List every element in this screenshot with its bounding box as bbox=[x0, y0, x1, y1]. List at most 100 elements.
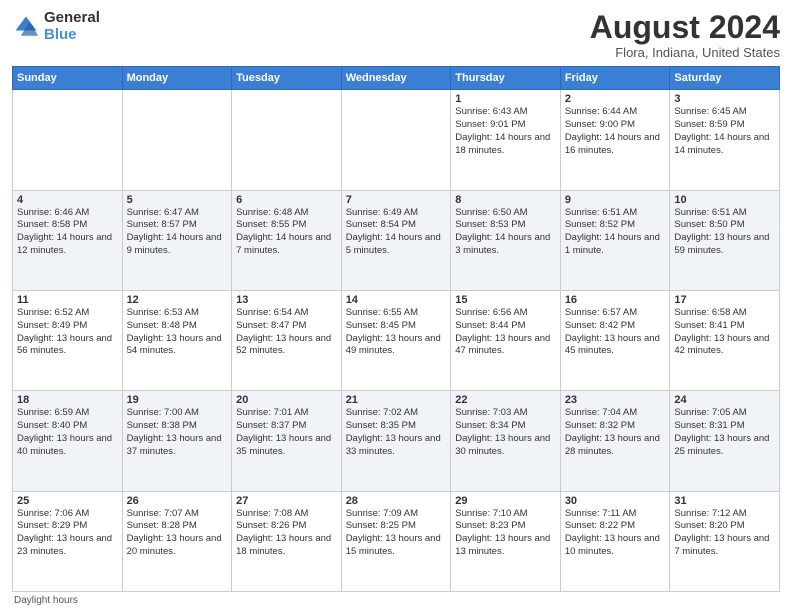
day-info: Sunrise: 7:04 AM Sunset: 8:32 PM Dayligh… bbox=[565, 407, 666, 458]
day-header-tuesday: Tuesday bbox=[232, 67, 342, 90]
day-number: 6 bbox=[236, 194, 337, 206]
logo-text: General Blue bbox=[44, 10, 100, 43]
calendar-cell: 5Sunrise: 6:47 AM Sunset: 8:57 PM Daylig… bbox=[122, 190, 232, 290]
day-info: Sunrise: 7:12 AM Sunset: 8:20 PM Dayligh… bbox=[674, 508, 775, 559]
day-info: Sunrise: 6:50 AM Sunset: 8:53 PM Dayligh… bbox=[455, 207, 556, 258]
day-number: 24 bbox=[674, 394, 775, 406]
day-header-wednesday: Wednesday bbox=[341, 67, 451, 90]
day-info: Sunrise: 7:07 AM Sunset: 8:28 PM Dayligh… bbox=[127, 508, 228, 559]
day-info: Sunrise: 7:02 AM Sunset: 8:35 PM Dayligh… bbox=[346, 407, 447, 458]
calendar-cell: 14Sunrise: 6:55 AM Sunset: 8:45 PM Dayli… bbox=[341, 290, 451, 390]
calendar-cell: 13Sunrise: 6:54 AM Sunset: 8:47 PM Dayli… bbox=[232, 290, 342, 390]
calendar-cell: 12Sunrise: 6:53 AM Sunset: 8:48 PM Dayli… bbox=[122, 290, 232, 390]
day-info: Sunrise: 6:49 AM Sunset: 8:54 PM Dayligh… bbox=[346, 207, 447, 258]
day-info: Sunrise: 7:10 AM Sunset: 8:23 PM Dayligh… bbox=[455, 508, 556, 559]
calendar-cell: 27Sunrise: 7:08 AM Sunset: 8:26 PM Dayli… bbox=[232, 491, 342, 591]
day-number: 21 bbox=[346, 394, 447, 406]
day-number: 22 bbox=[455, 394, 556, 406]
header: General Blue August 2024 Flora, Indiana,… bbox=[12, 10, 780, 60]
day-info: Sunrise: 6:58 AM Sunset: 8:41 PM Dayligh… bbox=[674, 307, 775, 358]
calendar-week-3: 18Sunrise: 6:59 AM Sunset: 8:40 PM Dayli… bbox=[13, 391, 780, 491]
day-number: 2 bbox=[565, 93, 666, 105]
day-number: 16 bbox=[565, 294, 666, 306]
day-number: 19 bbox=[127, 394, 228, 406]
calendar-cell: 25Sunrise: 7:06 AM Sunset: 8:29 PM Dayli… bbox=[13, 491, 123, 591]
day-number: 14 bbox=[346, 294, 447, 306]
day-info: Sunrise: 6:56 AM Sunset: 8:44 PM Dayligh… bbox=[455, 307, 556, 358]
calendar-cell: 22Sunrise: 7:03 AM Sunset: 8:34 PM Dayli… bbox=[451, 391, 561, 491]
day-header-friday: Friday bbox=[560, 67, 670, 90]
day-number: 5 bbox=[127, 194, 228, 206]
calendar-cell: 3Sunrise: 6:45 AM Sunset: 8:59 PM Daylig… bbox=[670, 90, 780, 190]
calendar-cell: 15Sunrise: 6:56 AM Sunset: 8:44 PM Dayli… bbox=[451, 290, 561, 390]
day-info: Sunrise: 7:11 AM Sunset: 8:22 PM Dayligh… bbox=[565, 508, 666, 559]
day-number: 31 bbox=[674, 495, 775, 507]
day-number: 3 bbox=[674, 93, 775, 105]
calendar-cell: 11Sunrise: 6:52 AM Sunset: 8:49 PM Dayli… bbox=[13, 290, 123, 390]
day-number: 18 bbox=[17, 394, 118, 406]
day-info: Sunrise: 6:47 AM Sunset: 8:57 PM Dayligh… bbox=[127, 207, 228, 258]
calendar-cell: 21Sunrise: 7:02 AM Sunset: 8:35 PM Dayli… bbox=[341, 391, 451, 491]
logo-general: General bbox=[44, 10, 100, 27]
calendar-cell bbox=[13, 90, 123, 190]
title-block: August 2024 Flora, Indiana, United State… bbox=[590, 10, 780, 60]
calendar-cell: 26Sunrise: 7:07 AM Sunset: 8:28 PM Dayli… bbox=[122, 491, 232, 591]
day-number: 7 bbox=[346, 194, 447, 206]
calendar-header: SundayMondayTuesdayWednesdayThursdayFrid… bbox=[13, 67, 780, 90]
calendar-cell: 20Sunrise: 7:01 AM Sunset: 8:37 PM Dayli… bbox=[232, 391, 342, 491]
calendar-cell: 19Sunrise: 7:00 AM Sunset: 8:38 PM Dayli… bbox=[122, 391, 232, 491]
day-header-saturday: Saturday bbox=[670, 67, 780, 90]
day-number: 17 bbox=[674, 294, 775, 306]
day-number: 27 bbox=[236, 495, 337, 507]
day-info: Sunrise: 6:48 AM Sunset: 8:55 PM Dayligh… bbox=[236, 207, 337, 258]
day-number: 9 bbox=[565, 194, 666, 206]
day-number: 20 bbox=[236, 394, 337, 406]
day-info: Sunrise: 7:06 AM Sunset: 8:29 PM Dayligh… bbox=[17, 508, 118, 559]
calendar-week-1: 4Sunrise: 6:46 AM Sunset: 8:58 PM Daylig… bbox=[13, 190, 780, 290]
day-info: Sunrise: 6:46 AM Sunset: 8:58 PM Dayligh… bbox=[17, 207, 118, 258]
day-info: Sunrise: 6:53 AM Sunset: 8:48 PM Dayligh… bbox=[127, 307, 228, 358]
day-info: Sunrise: 6:52 AM Sunset: 8:49 PM Dayligh… bbox=[17, 307, 118, 358]
calendar-cell: 24Sunrise: 7:05 AM Sunset: 8:31 PM Dayli… bbox=[670, 391, 780, 491]
month-title: August 2024 bbox=[590, 10, 780, 45]
calendar-cell: 17Sunrise: 6:58 AM Sunset: 8:41 PM Dayli… bbox=[670, 290, 780, 390]
calendar-cell: 29Sunrise: 7:10 AM Sunset: 8:23 PM Dayli… bbox=[451, 491, 561, 591]
day-number: 29 bbox=[455, 495, 556, 507]
day-header-monday: Monday bbox=[122, 67, 232, 90]
calendar-cell: 31Sunrise: 7:12 AM Sunset: 8:20 PM Dayli… bbox=[670, 491, 780, 591]
main-container: General Blue August 2024 Flora, Indiana,… bbox=[0, 0, 792, 612]
day-info: Sunrise: 6:59 AM Sunset: 8:40 PM Dayligh… bbox=[17, 407, 118, 458]
day-number: 28 bbox=[346, 495, 447, 507]
calendar-cell: 9Sunrise: 6:51 AM Sunset: 8:52 PM Daylig… bbox=[560, 190, 670, 290]
day-number: 4 bbox=[17, 194, 118, 206]
day-header-thursday: Thursday bbox=[451, 67, 561, 90]
calendar-cell: 16Sunrise: 6:57 AM Sunset: 8:42 PM Dayli… bbox=[560, 290, 670, 390]
location: Flora, Indiana, United States bbox=[590, 45, 780, 60]
day-number: 26 bbox=[127, 495, 228, 507]
calendar-cell: 4Sunrise: 6:46 AM Sunset: 8:58 PM Daylig… bbox=[13, 190, 123, 290]
day-info: Sunrise: 6:44 AM Sunset: 9:00 PM Dayligh… bbox=[565, 106, 666, 157]
day-info: Sunrise: 7:00 AM Sunset: 8:38 PM Dayligh… bbox=[127, 407, 228, 458]
calendar-cell: 2Sunrise: 6:44 AM Sunset: 9:00 PM Daylig… bbox=[560, 90, 670, 190]
day-number: 13 bbox=[236, 294, 337, 306]
day-number: 23 bbox=[565, 394, 666, 406]
calendar-cell: 7Sunrise: 6:49 AM Sunset: 8:54 PM Daylig… bbox=[341, 190, 451, 290]
day-header-sunday: Sunday bbox=[13, 67, 123, 90]
calendar-cell: 10Sunrise: 6:51 AM Sunset: 8:50 PM Dayli… bbox=[670, 190, 780, 290]
calendar-cell bbox=[122, 90, 232, 190]
calendar-week-4: 25Sunrise: 7:06 AM Sunset: 8:29 PM Dayli… bbox=[13, 491, 780, 591]
header-row: SundayMondayTuesdayWednesdayThursdayFrid… bbox=[13, 67, 780, 90]
day-number: 30 bbox=[565, 495, 666, 507]
day-number: 25 bbox=[17, 495, 118, 507]
day-info: Sunrise: 7:09 AM Sunset: 8:25 PM Dayligh… bbox=[346, 508, 447, 559]
calendar-cell: 18Sunrise: 6:59 AM Sunset: 8:40 PM Dayli… bbox=[13, 391, 123, 491]
day-info: Sunrise: 7:08 AM Sunset: 8:26 PM Dayligh… bbox=[236, 508, 337, 559]
day-number: 8 bbox=[455, 194, 556, 206]
day-number: 12 bbox=[127, 294, 228, 306]
footer-label: Daylight hours bbox=[12, 595, 780, 606]
logo-blue: Blue bbox=[44, 27, 100, 44]
day-info: Sunrise: 6:55 AM Sunset: 8:45 PM Dayligh… bbox=[346, 307, 447, 358]
calendar-cell: 6Sunrise: 6:48 AM Sunset: 8:55 PM Daylig… bbox=[232, 190, 342, 290]
day-number: 15 bbox=[455, 294, 556, 306]
day-info: Sunrise: 7:01 AM Sunset: 8:37 PM Dayligh… bbox=[236, 407, 337, 458]
